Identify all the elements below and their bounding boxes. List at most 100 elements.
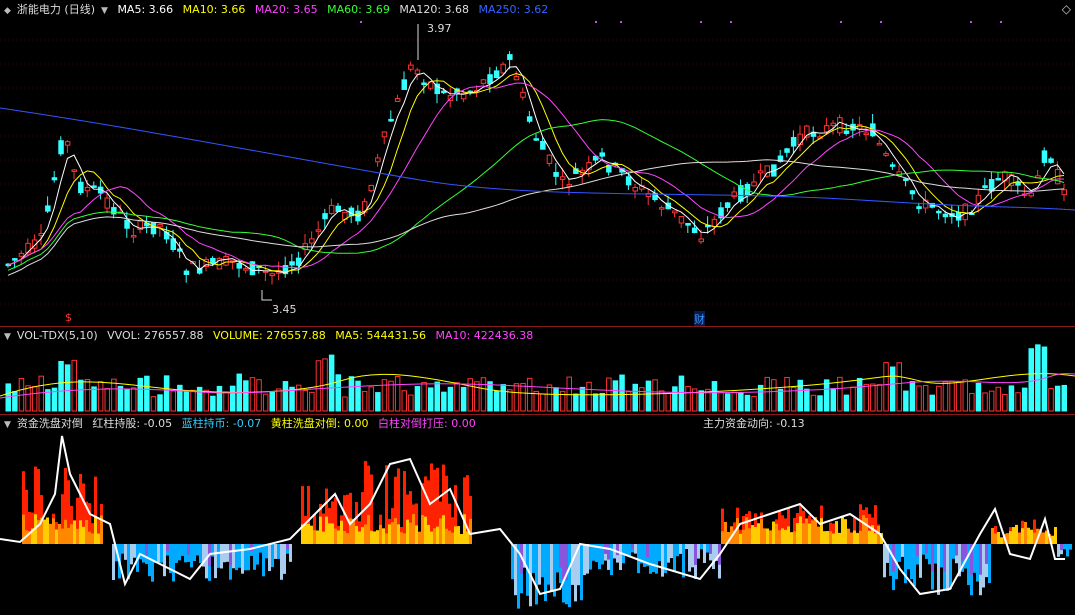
candle-body xyxy=(223,255,229,266)
yellow-wash-bar xyxy=(415,525,418,544)
volume-bar xyxy=(368,386,374,412)
yellow-wash-bar xyxy=(58,523,61,544)
volume-bar xyxy=(434,381,440,412)
white-press-bar xyxy=(961,544,964,561)
blue-cash-bar xyxy=(1063,544,1066,550)
candle-body xyxy=(916,206,922,210)
volume-pane[interactable]: ▼ VOL-TDX(5,10) VVOL: 276557.88 VOLUME: 2… xyxy=(0,326,1075,414)
volume-bar xyxy=(652,379,658,412)
yellow-wash-bar xyxy=(853,530,856,544)
volume-bar xyxy=(988,390,995,412)
candle-body xyxy=(691,227,698,234)
blue-cash-bar xyxy=(913,544,916,587)
volume-bar xyxy=(751,395,757,412)
candle-body xyxy=(784,148,790,153)
yellow-wash-bar xyxy=(1015,524,1018,544)
collapse-triangle-icon[interactable]: ▼ xyxy=(4,420,11,430)
volume-bar xyxy=(797,379,803,412)
dropdown-triangle-icon[interactable]: ▼ xyxy=(101,6,108,16)
yellow-wash-bar xyxy=(769,530,772,544)
yellow-wash-bar xyxy=(418,531,421,544)
candle-body xyxy=(936,210,942,214)
white-press-bar xyxy=(943,544,946,572)
volume-bar xyxy=(1035,344,1041,412)
yellow-wash-bar xyxy=(1027,527,1030,544)
capital-flow-chart[interactable] xyxy=(0,414,1075,615)
yellow-wash-bar xyxy=(361,527,364,544)
vol-ma10-value: MA10: 422436.38 xyxy=(435,329,534,342)
capital-flow-pane[interactable]: ▼ 资金洗盘对倒 红柱持股: -0.05 蓝柱持币: -0.07 黄柱洗盘对倒: … xyxy=(0,414,1075,615)
yellow-wash-bar xyxy=(52,518,55,544)
yellow-wash-bar xyxy=(55,529,58,544)
volume-bar xyxy=(276,388,282,412)
finance-report-marker[interactable]: 财 xyxy=(694,311,705,327)
yellow-wash-bar xyxy=(376,530,379,544)
volume-bar xyxy=(909,381,916,412)
blue-cash-bar xyxy=(667,544,670,563)
yellow-wash-bar xyxy=(64,519,67,544)
yellow-wash-bar xyxy=(823,531,826,544)
yellow-wash-bar xyxy=(454,526,457,544)
yellow-wash-bar xyxy=(316,530,319,544)
blue-cash-bar xyxy=(535,544,538,605)
yellow-wash-bar xyxy=(784,529,787,544)
yellow-wash-bar xyxy=(739,533,742,544)
signal-dot xyxy=(1000,21,1002,23)
yellow-wash-bar xyxy=(754,526,757,544)
blue-cash-bar xyxy=(652,544,655,573)
volume-bar xyxy=(1028,348,1034,412)
signal-dot xyxy=(880,21,882,23)
blue-cash-bar xyxy=(679,544,682,554)
blue-cash-bar xyxy=(949,544,952,590)
blue-cash-bar xyxy=(538,544,541,585)
yellow-wash-bar xyxy=(358,531,361,544)
yellow-wash-bar xyxy=(997,531,1000,544)
price-pane[interactable]: ◆ 浙能电力 (日线) ▼ MA5: 3.66 MA10: 3.66 MA20: 3… xyxy=(0,0,1075,327)
volume-bar xyxy=(731,391,737,412)
volume-bar xyxy=(896,362,902,412)
blue-cash-bar xyxy=(532,544,535,573)
yellow-wash-bar xyxy=(820,518,823,544)
volume-bar xyxy=(533,390,539,412)
candlestick-chart[interactable] xyxy=(0,0,1075,326)
yellow-wash-bar xyxy=(826,531,829,544)
yellow-wash-bar xyxy=(85,520,88,544)
yellow-wash-bar xyxy=(850,532,853,544)
yellow-wash-bar xyxy=(778,530,781,544)
blue-cash-bar xyxy=(124,544,127,560)
blue-cash-bar xyxy=(673,544,676,572)
white-press-bar xyxy=(916,544,919,557)
yellow-wash-bar xyxy=(328,523,331,544)
blue-cash-bar xyxy=(685,544,688,550)
volume-bar xyxy=(520,382,526,412)
candle-body xyxy=(883,153,889,156)
yellow-wash-bar xyxy=(412,514,415,544)
collapse-triangle-icon[interactable]: ◆ xyxy=(4,6,11,16)
blue-cash-bar xyxy=(934,544,937,564)
white-press-bar xyxy=(607,544,610,560)
blue-cash-bar xyxy=(619,544,622,571)
yellow-wash-bar xyxy=(394,518,397,544)
yellow-wash-bar xyxy=(61,528,64,544)
yellow-wash-bar xyxy=(856,533,859,544)
volume-bar xyxy=(942,381,949,412)
volume-bar xyxy=(342,396,348,412)
volume-bar xyxy=(599,392,605,412)
volume-bar xyxy=(889,366,896,412)
collapse-triangle-icon[interactable]: ▼ xyxy=(4,332,11,342)
blue-cash-bar xyxy=(883,544,886,578)
volume-bar xyxy=(58,360,64,412)
diamond-icon[interactable]: ◇ xyxy=(1062,2,1071,16)
dividend-marker[interactable]: $ xyxy=(65,311,72,324)
blue-cash-bar xyxy=(655,544,658,574)
main-capital-direction: 主力资金动向: -0.13 xyxy=(703,417,805,430)
blue-cash-bar xyxy=(922,544,925,555)
volume-indicator-name: VOL-TDX(5,10) xyxy=(16,329,98,342)
white-press-bar xyxy=(187,544,190,555)
yellow-wash-bar xyxy=(838,532,841,544)
candle-body xyxy=(328,204,335,214)
blue-cash-bar xyxy=(691,544,694,568)
volume-bar xyxy=(190,389,196,412)
white-press-bar xyxy=(286,544,289,550)
volume-bar xyxy=(480,377,487,412)
